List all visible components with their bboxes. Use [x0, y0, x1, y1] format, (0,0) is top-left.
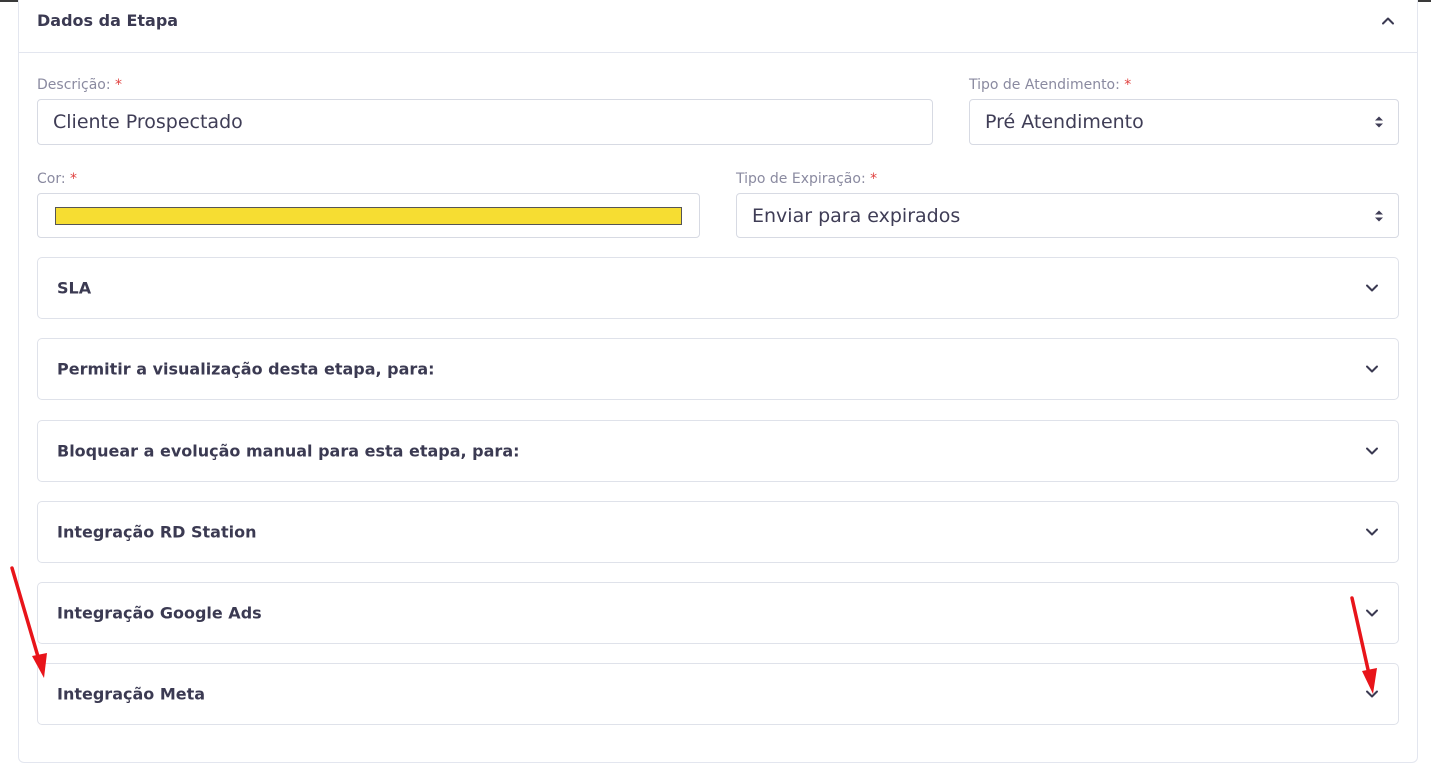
- chevron-down-icon[interactable]: [1363, 523, 1381, 541]
- panel-title: Integração RD Station: [57, 522, 257, 542]
- required-marker: *: [870, 171, 878, 187]
- panel-permitir-visualizacao[interactable]: Permitir a visualização desta etapa, par…: [37, 338, 1399, 400]
- tipo-atendimento-label-text: Tipo de Atendimento:: [969, 77, 1120, 93]
- color-swatch[interactable]: [55, 207, 682, 225]
- chevron-down-icon[interactable]: [1363, 685, 1381, 703]
- chevron-down-icon[interactable]: [1363, 360, 1381, 378]
- tipo-expiracao-label: Tipo de Expiração: *: [736, 171, 877, 187]
- tipo-atendimento-label: Tipo de Atendimento: *: [969, 77, 1131, 93]
- required-marker: *: [70, 171, 78, 187]
- chevron-down-icon[interactable]: [1363, 279, 1381, 297]
- panel-sla[interactable]: SLA: [37, 257, 1399, 319]
- chevron-down-icon[interactable]: [1363, 604, 1381, 622]
- cor-label-text: Cor:: [37, 171, 66, 187]
- tipo-expiracao-value: Enviar para expirados: [752, 204, 961, 227]
- descricao-label: Descrição: *: [37, 77, 122, 93]
- descricao-value: Cliente Prospectado: [53, 111, 243, 133]
- descricao-input[interactable]: Cliente Prospectado: [37, 99, 933, 145]
- panel-title: Permitir a visualização desta etapa, par…: [57, 359, 435, 379]
- panel-integracao-meta[interactable]: Integração Meta: [37, 663, 1399, 725]
- chevron-up-icon[interactable]: [1379, 12, 1397, 30]
- panel-integracao-google-ads[interactable]: Integração Google Ads: [37, 582, 1399, 644]
- cor-label: Cor: *: [37, 171, 77, 187]
- card-header[interactable]: Dados da Etapa: [19, 0, 1417, 53]
- required-marker: *: [115, 77, 123, 93]
- tipo-expiracao-select[interactable]: Enviar para expirados: [736, 193, 1399, 238]
- panel-integracao-rd-station[interactable]: Integração RD Station: [37, 501, 1399, 563]
- panel-title: Integração Google Ads: [57, 603, 262, 623]
- cor-color-picker[interactable]: [37, 193, 700, 238]
- tipo-expiracao-label-text: Tipo de Expiração:: [736, 171, 866, 187]
- tipo-atendimento-select[interactable]: Pré Atendimento: [969, 99, 1399, 145]
- panel-title: Bloquear a evolução manual para esta eta…: [57, 441, 520, 461]
- required-marker: *: [1124, 77, 1132, 93]
- descricao-label-text: Descrição:: [37, 77, 111, 93]
- chevron-down-icon[interactable]: [1363, 442, 1381, 460]
- tipo-atendimento-value: Pré Atendimento: [985, 111, 1144, 133]
- panel-title: SLA: [57, 278, 92, 298]
- select-arrows-icon: [1374, 115, 1384, 129]
- select-arrows-icon: [1374, 209, 1384, 223]
- panel-bloquear-evolucao[interactable]: Bloquear a evolução manual para esta eta…: [37, 420, 1399, 482]
- panel-title: Integração Meta: [57, 684, 206, 704]
- card-title: Dados da Etapa: [37, 11, 179, 30]
